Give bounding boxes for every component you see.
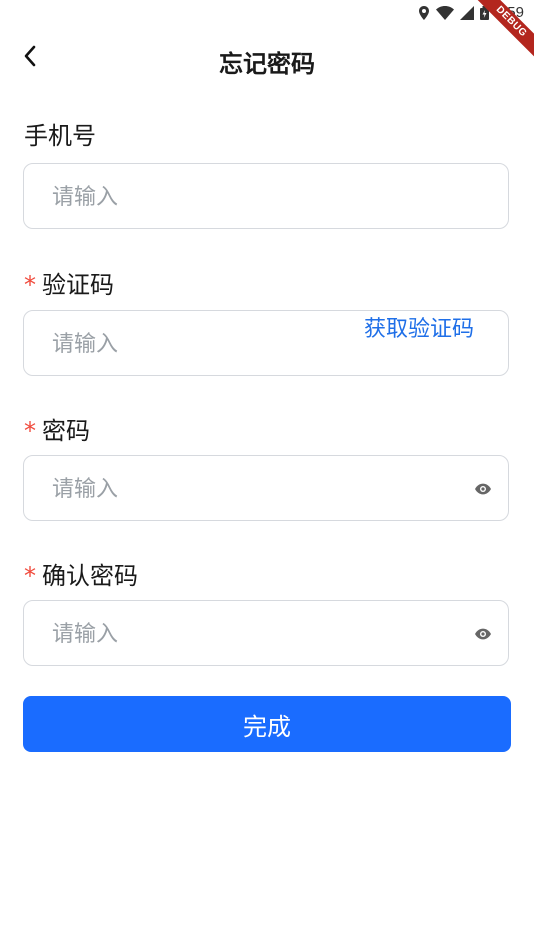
submit-button[interactable]: 完成 <box>23 696 511 752</box>
confirm-password-field <box>23 600 509 667</box>
phone-field <box>23 163 509 230</box>
forgot-password-screen: 9:59 DEBUG 忘记密码 手机号 *验证码 获取验证码 *密码 <box>0 0 534 950</box>
required-mark: * <box>24 562 36 590</box>
phone-label: 手机号 <box>24 116 96 151</box>
required-mark: * <box>24 417 36 445</box>
password-input[interactable] <box>50 456 374 522</box>
confirm-password-label-text: 确认密码 <box>42 562 138 590</box>
confirm-password-input[interactable] <box>50 601 374 667</box>
eye-icon <box>474 628 492 647</box>
password-field <box>23 455 509 522</box>
confirm-password-visibility-toggle[interactable] <box>474 625 492 643</box>
password-label: * 密码 <box>24 411 90 446</box>
wifi-icon <box>435 5 454 20</box>
required-mark: * <box>24 271 36 299</box>
page-title: 忘记密码 <box>219 50 315 78</box>
code-label-text: 验证码 <box>42 271 114 299</box>
signal-icon <box>459 5 474 20</box>
password-visibility-toggle[interactable] <box>474 480 492 498</box>
password-label-text: 密码 <box>42 417 90 445</box>
confirm-password-label: * 确认密码 <box>24 556 138 591</box>
status-bar: 9:59 DEBUG <box>0 0 534 60</box>
code-field: 获取验证码 <box>23 310 509 377</box>
code-label: * 验证码 <box>24 265 114 300</box>
phone-input[interactable] <box>50 164 374 230</box>
get-code-button[interactable]: 获取验证码 <box>364 315 476 375</box>
location-icon <box>418 5 430 20</box>
app-bar: 忘记密码 <box>0 30 534 86</box>
code-input[interactable] <box>50 311 374 377</box>
phone-label-text: 手机号 <box>24 122 96 150</box>
eye-icon <box>474 483 492 502</box>
